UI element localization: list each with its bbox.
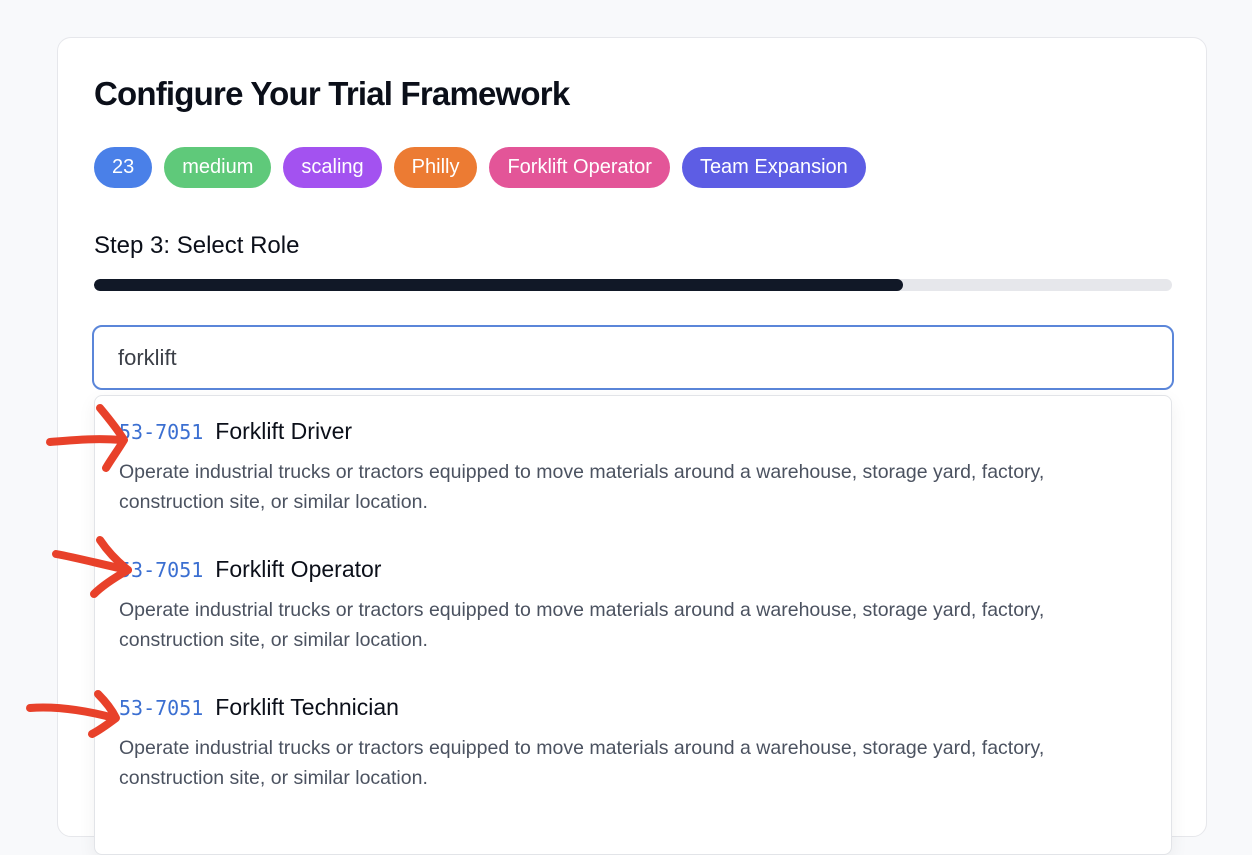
step-label: Step 3: Select Role <box>94 232 300 259</box>
progress-bar <box>94 279 1172 291</box>
role-option-code: 53-7051 <box>119 558 204 582</box>
page-title: Configure Your Trial Framework <box>94 75 570 112</box>
role-option-code: 53-7051 <box>119 696 204 720</box>
role-option-code: 53-7051 <box>119 420 204 444</box>
role-option-title: Forklift Technician <box>215 694 399 720</box>
tag-stage[interactable]: scaling <box>283 147 382 188</box>
role-option-description: Operate industrial trucks or tractors eq… <box>119 737 1045 789</box>
tag-goal[interactable]: Team Expansion <box>681 147 866 188</box>
role-option-title: Forklift Driver <box>215 418 353 444</box>
role-option-forklift-driver[interactable]: 53-7051 Forklift Driver Operate industri… <box>119 418 1119 517</box>
tag-list: 23 medium scaling Philly Forklift Operat… <box>94 147 866 188</box>
role-option-forklift-technician[interactable]: 53-7051 Forklift Technician Operate indu… <box>119 694 1119 793</box>
role-results-dropdown: 53-7051 Forklift Driver Operate industri… <box>94 395 1172 855</box>
role-option-description: Operate industrial trucks or tractors eq… <box>119 599 1045 651</box>
tag-location[interactable]: Philly <box>393 147 478 188</box>
tag-size[interactable]: medium <box>164 147 272 188</box>
role-option-title: Forklift Operator <box>215 556 382 582</box>
tag-role[interactable]: Forklift Operator <box>489 147 670 188</box>
tag-number[interactable]: 23 <box>94 147 153 188</box>
role-option-forklift-operator[interactable]: 53-7051 Forklift Operator Operate indust… <box>119 556 1119 655</box>
configure-card: Configure Your Trial Framework 23 medium… <box>57 37 1207 855</box>
role-search-input[interactable] <box>92 325 1174 390</box>
role-option-description: Operate industrial trucks or tractors eq… <box>119 461 1045 513</box>
progress-bar-fill <box>94 279 903 291</box>
